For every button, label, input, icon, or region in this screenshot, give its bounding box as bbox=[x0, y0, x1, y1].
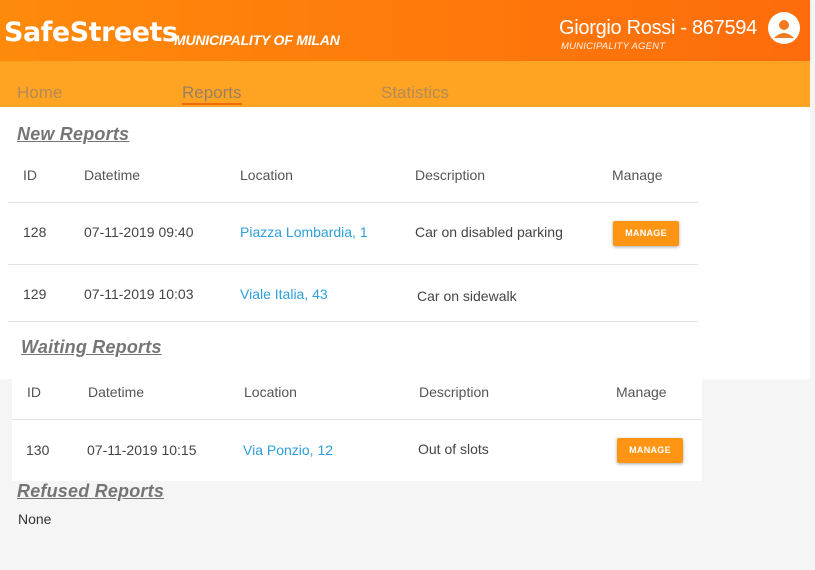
brand-logo[interactable]: SafeStreets bbox=[4, 17, 178, 49]
account-circle-icon[interactable] bbox=[768, 12, 800, 44]
refused-reports-title: Refused Reports bbox=[17, 481, 165, 501]
col-location: Location bbox=[240, 167, 293, 183]
manage-button[interactable]: MANAGE bbox=[617, 438, 683, 463]
divider bbox=[8, 321, 698, 322]
user-name: Giorgio Rossi - 867594 bbox=[559, 17, 757, 39]
nav-statistics[interactable]: Statistics bbox=[381, 83, 449, 103]
waiting-reports-title: Waiting Reports bbox=[21, 337, 162, 357]
divider bbox=[12, 419, 702, 420]
col-datetime: Datetime bbox=[84, 167, 141, 183]
report-description: Out of slots bbox=[418, 441, 489, 457]
col-location: Location bbox=[244, 384, 297, 400]
new-reports-title: New Reports bbox=[17, 124, 130, 144]
col-manage: Manage bbox=[612, 167, 663, 183]
report-id: 128 bbox=[23, 224, 47, 240]
app-header: SafeStreets MUNICIPALITY OF MILAN Giorgi… bbox=[0, 0, 810, 61]
divider bbox=[8, 264, 698, 265]
user-role: MUNICIPALITY AGENT bbox=[561, 41, 666, 52]
col-id: ID bbox=[27, 384, 41, 400]
nav-home[interactable]: Home bbox=[17, 83, 62, 103]
report-description: Car on disabled parking bbox=[415, 224, 563, 240]
col-id: ID bbox=[23, 167, 37, 183]
report-id: 129 bbox=[23, 286, 47, 302]
report-location-link[interactable]: Viale Italia, 43 bbox=[240, 286, 328, 302]
report-datetime: 07-11-2019 10:15 bbox=[87, 442, 197, 458]
nav-reports[interactable]: Reports bbox=[182, 83, 242, 105]
col-datetime: Datetime bbox=[88, 384, 145, 400]
manage-button[interactable]: MANAGE bbox=[613, 221, 679, 246]
divider bbox=[8, 202, 698, 203]
main-nav: Home Reports Statistics bbox=[0, 61, 810, 107]
col-description: Description bbox=[415, 167, 486, 183]
report-id: 130 bbox=[26, 442, 50, 458]
col-manage: Manage bbox=[616, 384, 667, 400]
col-description: Description bbox=[419, 384, 490, 400]
refused-empty-text: None bbox=[18, 511, 52, 527]
report-datetime: 07-11-2019 10:03 bbox=[84, 286, 194, 302]
report-location-link[interactable]: Via Ponzio, 12 bbox=[243, 442, 333, 458]
municipality-subtitle: MUNICIPALITY OF MILAN bbox=[174, 32, 340, 48]
report-location-link[interactable]: Piazza Lombardia, 1 bbox=[240, 224, 368, 240]
report-description: Car on sidewalk bbox=[417, 288, 517, 304]
report-datetime: 07-11-2019 09:40 bbox=[84, 224, 194, 240]
